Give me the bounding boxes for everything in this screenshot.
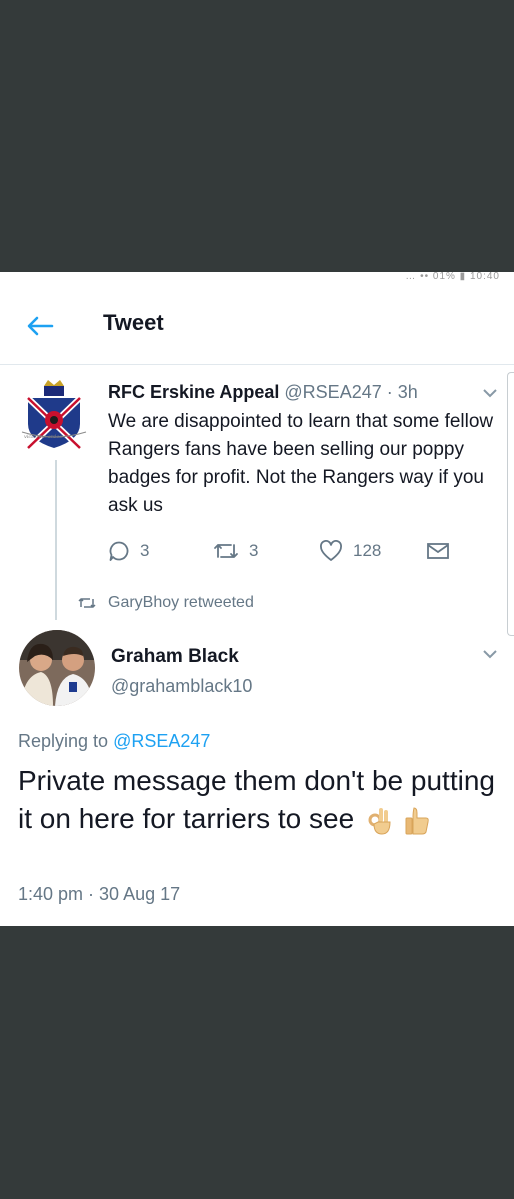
replying-handle-link[interactable]: @RSEA247 xyxy=(113,731,210,751)
reply-icon xyxy=(109,541,129,561)
erskine-crest-icon: victoriae ardeo xyxy=(21,380,87,451)
heart-icon xyxy=(320,540,342,561)
tweet-actions: 3 3 128 xyxy=(108,537,508,565)
avatar[interactable]: victoriae ardeo xyxy=(14,380,94,460)
retweet-icon xyxy=(214,544,238,558)
status-text: … •• 01% ▮ 10:40 xyxy=(405,272,500,282)
author-name[interactable]: RFC Erskine Appeal xyxy=(108,382,279,402)
replying-prefix: Replying to xyxy=(18,731,109,751)
avatar[interactable] xyxy=(19,630,95,706)
retweet-icon xyxy=(78,598,96,608)
author-handle[interactable]: @RSEA247 xyxy=(284,382,381,402)
ok-hand-icon xyxy=(368,807,391,835)
chevron-down-icon[interactable] xyxy=(481,387,499,399)
tweet-time: · 3h xyxy=(386,382,418,402)
replying-to: Replying to @RSEA247 xyxy=(18,731,210,752)
tweet-screen: … •• 01% ▮ 10:40 Tweet victoriae ardeo R… xyxy=(0,272,514,926)
status-bar: … •• 01% ▮ 10:40 xyxy=(0,272,514,284)
chevron-down-icon[interactable] xyxy=(481,648,499,660)
header: Tweet xyxy=(0,284,514,365)
retweet-button[interactable]: 3 xyxy=(213,537,258,565)
thread-line xyxy=(55,460,57,620)
profile-photo-icon xyxy=(19,630,95,706)
author-name[interactable]: Graham Black xyxy=(111,646,239,668)
back-button[interactable] xyxy=(24,312,56,340)
message-button[interactable] xyxy=(426,537,460,565)
retweet-notice: GaryBhoy retweeted xyxy=(78,594,254,612)
retweet-count: 3 xyxy=(249,541,259,560)
top-dark-frame xyxy=(0,0,514,272)
tweet-timestamp: 1:40 pm · 30 Aug 17 xyxy=(18,884,181,904)
tweet-header: RFC Erskine Appeal @RSEA247 · 3h xyxy=(108,382,418,403)
scrollbar[interactable] xyxy=(507,372,514,636)
like-count: 128 xyxy=(353,541,382,560)
envelope-icon xyxy=(427,543,449,559)
like-button[interactable]: 128 xyxy=(319,537,381,565)
retweet-notice-text[interactable]: GaryBhoy retweeted xyxy=(108,594,254,612)
author-handle[interactable]: @grahamblack10 xyxy=(111,676,252,697)
reply-count: 3 xyxy=(140,541,150,560)
back-arrow-icon xyxy=(27,316,54,336)
tweet-text: We are disappointed to learn that some f… xyxy=(108,411,494,516)
thumbs-up-icon xyxy=(405,807,429,835)
reply-tweet-text: Private message them don't be putting it… xyxy=(18,762,498,838)
page-title: Tweet xyxy=(103,310,164,335)
bottom-dark-frame xyxy=(0,926,514,1199)
svg-text:victoriae ardeo: victoriae ardeo xyxy=(24,434,62,440)
reply-button[interactable]: 3 xyxy=(108,537,149,565)
